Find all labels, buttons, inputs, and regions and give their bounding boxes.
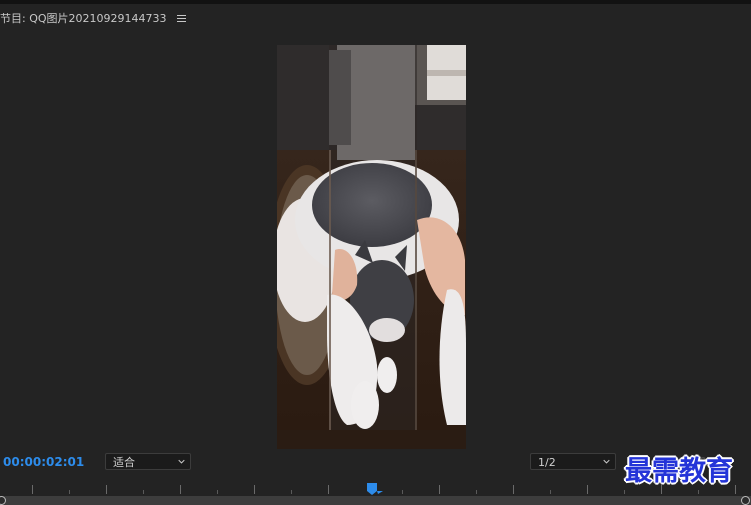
video-frame-image: [277, 45, 466, 449]
chevron-down-icon: [178, 459, 185, 464]
ruler-tick: [69, 490, 70, 494]
zoom-fit-value: 适合: [113, 456, 135, 469]
ruler-tick: [106, 485, 107, 494]
ruler-tick: [513, 485, 514, 494]
playback-resolution-value: 1/2: [538, 456, 556, 469]
ruler-tick: [32, 485, 33, 494]
ruler-tick: [550, 490, 551, 494]
timeline-scrollbar[interactable]: [0, 496, 751, 505]
chevron-down-icon: [603, 459, 610, 464]
panel-header: 节目: QQ图片20210929144733: [0, 8, 186, 28]
ruler-tick: [698, 490, 699, 494]
program-monitor-panel: 节目: QQ图片20210929144733 00:00:02:01 适合 1/…: [0, 0, 751, 505]
ruler-tick: [476, 490, 477, 494]
playhead-marker-icon[interactable]: [366, 482, 384, 496]
ruler-tick: [402, 490, 403, 494]
current-timecode[interactable]: 00:00:02:01: [3, 453, 84, 471]
ruler-tick: [180, 485, 181, 494]
panel-top-border: [0, 0, 751, 4]
ruler-tick: [735, 485, 736, 494]
ruler-tick: [254, 485, 255, 494]
ruler-tick: [217, 490, 218, 494]
video-preview[interactable]: [277, 45, 466, 449]
ruler-tick: [587, 485, 588, 494]
panel-title[interactable]: 节目: QQ图片20210929144733: [0, 10, 167, 26]
ruler-tick: [624, 490, 625, 494]
zoom-fit-dropdown[interactable]: 适合: [105, 453, 191, 470]
ruler-tick: [439, 485, 440, 494]
ruler-tick: [328, 485, 329, 494]
ruler-tick: [661, 485, 662, 494]
hamburger-menu-icon[interactable]: [176, 13, 186, 23]
scrollbar-right-handle[interactable]: [741, 496, 750, 505]
ruler-tick: [143, 490, 144, 494]
playback-resolution-dropdown[interactable]: 1/2: [530, 453, 616, 470]
ruler-tick: [291, 490, 292, 494]
